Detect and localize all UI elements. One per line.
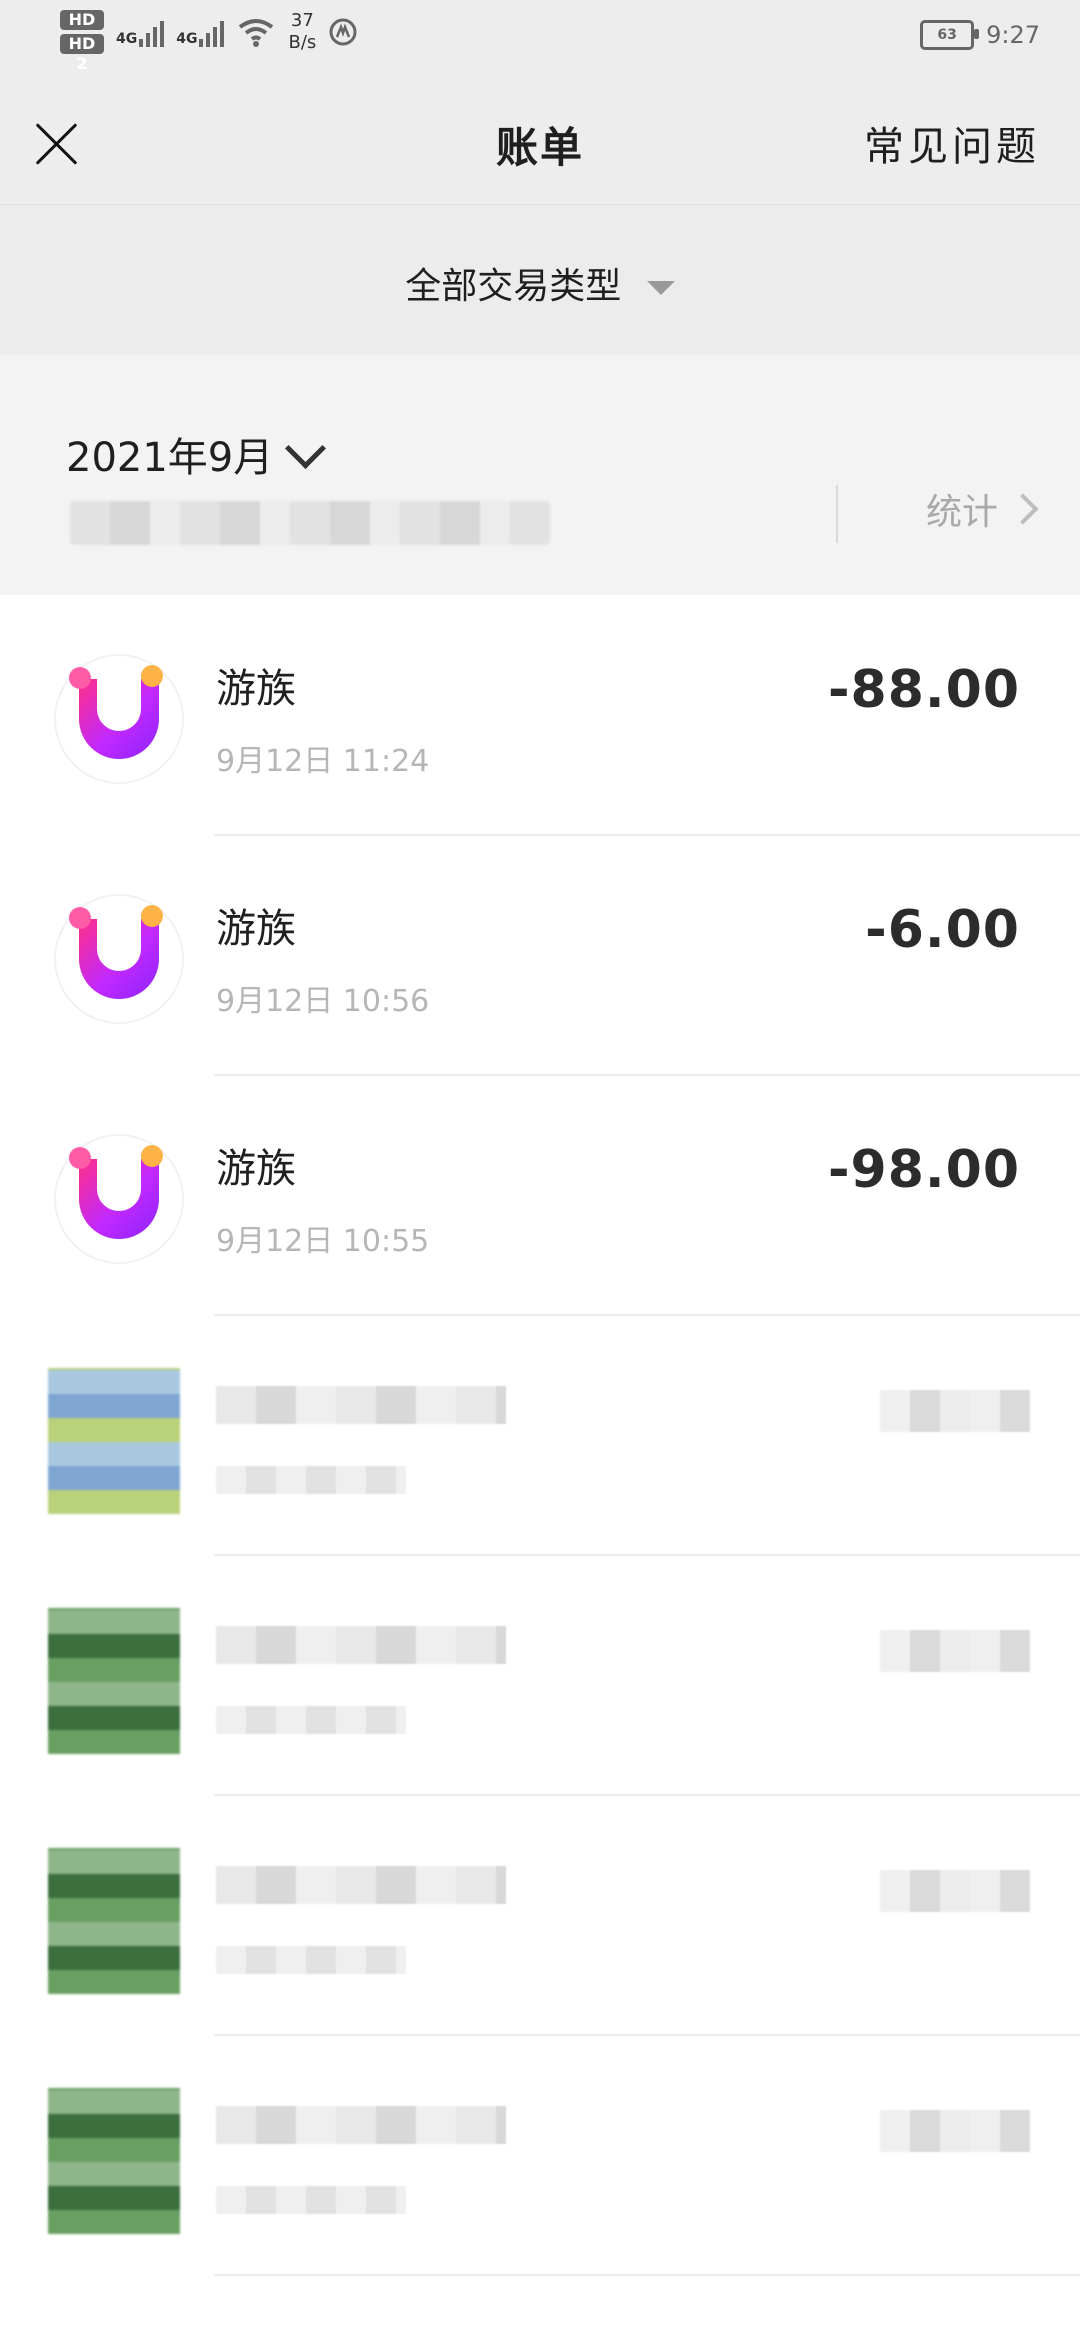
status-right: 63 9:27 (920, 20, 1040, 50)
transaction-type-label: 全部交易类型 (405, 266, 622, 307)
youzu-logo-icon (69, 907, 159, 999)
transaction-row-redacted[interactable] (0, 2036, 1080, 2276)
battery-level: 63 (937, 27, 957, 43)
status-left: HD 1 HD 2 4G 4G 37 B/s (60, 10, 358, 73)
youzu-logo-icon (69, 1147, 159, 1239)
redacted-time (216, 1946, 406, 1974)
transaction-time: 9月12日 10:56 (216, 984, 430, 1019)
network-speed: 37 B/s (288, 10, 316, 54)
battery-icon: 63 (920, 20, 980, 50)
redacted-time (216, 1706, 406, 1734)
transaction-time: 9月12日 11:24 (216, 744, 430, 779)
merchant-avatar (54, 654, 184, 784)
merchant-avatar (54, 1134, 184, 1264)
redacted-merchant (216, 1626, 506, 1664)
redacted-time (216, 1466, 406, 1494)
signal-bars-icon (139, 17, 165, 47)
redacted-avatar (48, 1368, 180, 1514)
signal-1: 4G (116, 17, 165, 47)
summary-redacted (70, 501, 550, 545)
dropdown-caret-icon (646, 281, 675, 295)
speed-unit: B/s (288, 32, 317, 53)
page-header: 账单 常见问题 (0, 82, 1080, 205)
faq-link[interactable]: 常见问题 (864, 114, 1040, 172)
transaction-row-redacted[interactable] (0, 1796, 1080, 2036)
transaction-amount: -88.00 (827, 660, 1020, 720)
merchant-avatar (54, 894, 184, 1024)
transaction-row-redacted[interactable] (0, 1316, 1080, 1556)
signal-bars-icon (199, 17, 225, 47)
month-selector[interactable]: 2021年9月 (66, 425, 327, 483)
merchant-name: 游族 (216, 906, 296, 952)
sim1-indicator: HD 1 (60, 10, 104, 49)
redacted-avatar (48, 1848, 180, 1994)
sim2-indicator: HD 2 (60, 34, 104, 73)
redacted-amount (880, 2110, 1030, 2152)
month-summary: 2021年9月 统计 (0, 355, 1080, 595)
network-type-2: 4G (176, 31, 198, 47)
youzu-logo-icon (69, 667, 159, 759)
chevron-down-icon (285, 427, 327, 469)
status-bar: HD 1 HD 2 4G 4G 37 B/s (0, 0, 1080, 82)
sim-indicators: HD 1 HD 2 (60, 10, 104, 73)
redacted-amount (880, 1390, 1030, 1432)
transaction-time: 9月12日 10:55 (216, 1224, 430, 1259)
signal-2: 4G (176, 17, 225, 47)
redacted-merchant (216, 2106, 506, 2144)
merchant-name: 游族 (216, 666, 296, 712)
status-time: 9:27 (986, 21, 1040, 49)
transaction-row-redacted[interactable] (0, 1556, 1080, 1796)
speed-value: 37 (290, 10, 314, 31)
redacted-avatar (48, 1608, 180, 1754)
redacted-merchant (216, 1386, 506, 1424)
redacted-time (216, 2186, 406, 2214)
transaction-row[interactable]: 游族 9月12日 10:55 -98.00 (0, 1076, 1080, 1316)
stats-divider (836, 485, 838, 543)
transaction-type-filter[interactable]: 全部交易类型 (0, 257, 1080, 309)
network-type-1: 4G (116, 31, 138, 47)
stats-link[interactable]: 统计 (925, 483, 1039, 535)
transaction-amount: -6.00 (865, 900, 1020, 960)
row-divider (214, 2274, 1080, 2276)
redacted-avatar (48, 2088, 180, 2234)
month-label: 2021年9月 (66, 435, 274, 481)
redacted-amount (880, 1870, 1030, 1912)
transaction-amount: -98.00 (827, 1140, 1020, 1200)
app-notification-icon (329, 18, 357, 46)
redacted-merchant (216, 1866, 506, 1904)
wifi-icon (239, 19, 274, 47)
chevron-right-icon (1007, 493, 1039, 525)
transaction-filter-bar: 全部交易类型 (0, 205, 1080, 355)
stats-label: 统计 (925, 492, 998, 533)
redacted-amount (880, 1630, 1030, 1672)
transaction-row[interactable]: 游族 9月12日 10:56 -6.00 (0, 836, 1080, 1076)
transaction-row[interactable]: 游族 9月12日 11:24 -88.00 (0, 596, 1080, 836)
merchant-name: 游族 (216, 1146, 296, 1192)
transaction-list: 游族 9月12日 11:24 -88.00 游族 9月12日 10:56 -6.… (0, 596, 1080, 2276)
